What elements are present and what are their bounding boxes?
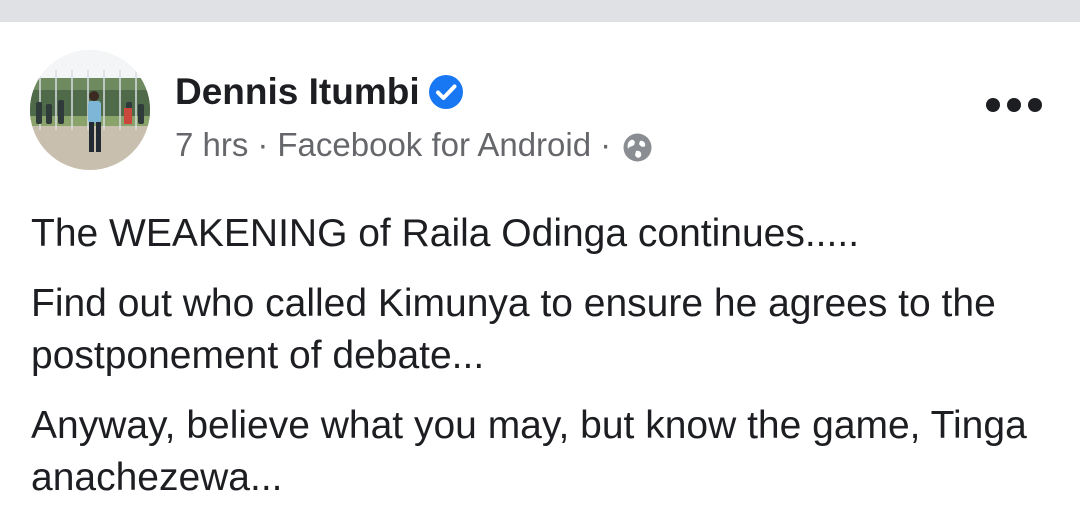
author-name[interactable]: Dennis Itumbi — [175, 70, 420, 114]
top-strip — [0, 0, 1080, 22]
facebook-post: Dennis Itumbi 7 hrs · Facebook for Andro… — [0, 22, 1080, 508]
author-row: Dennis Itumbi — [175, 70, 464, 114]
avatar[interactable] — [30, 50, 150, 170]
verified-badge-icon — [428, 74, 464, 110]
post-paragraph: Anyway, believe what you may, but know t… — [31, 404, 1027, 499]
post-source: Facebook for Android — [277, 126, 592, 163]
more-dot — [986, 98, 1000, 112]
globe-icon[interactable] — [622, 130, 653, 161]
more-dot — [1007, 98, 1021, 112]
post-body: The WEAKENING of Raila Odinga continues.… — [31, 208, 1041, 522]
meta-separator: · — [600, 126, 612, 163]
more-options-icon[interactable] — [986, 92, 1042, 118]
post-meta: 7 hrs · Facebook for Android · — [175, 123, 653, 167]
meta-separator: · — [257, 126, 269, 163]
post-paragraph: Find out who called Kimunya to ensure he… — [31, 282, 996, 377]
post-time[interactable]: 7 hrs — [175, 123, 248, 167]
post-paragraph: The WEAKENING of Raila Odinga continues.… — [31, 212, 860, 255]
more-dot — [1028, 98, 1042, 112]
avatar-photo — [30, 50, 150, 170]
